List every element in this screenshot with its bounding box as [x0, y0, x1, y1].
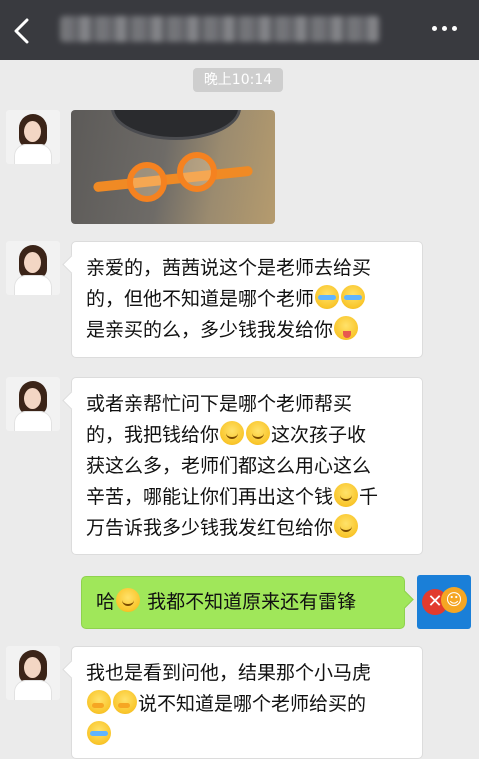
message-bubble[interactable]: 或者亲帮忙问下是哪个老师帮买 的，我把钱给你 这次孩子收 获这么多，老师们都这么用… [71, 377, 423, 555]
smile-emoji [220, 421, 245, 445]
smile-emoji [246, 421, 271, 445]
message-text: 获这么多，老师们都这么用心这么 [86, 455, 372, 477]
message-text: 辛苦，哪能让你们再出这个钱 [86, 486, 334, 508]
back-button[interactable] [8, 10, 44, 50]
message-text: 我也是看到问他，结果那个小马虎 [86, 662, 372, 684]
message-text: 或者亲帮忙问下是哪个老师帮买 [86, 393, 353, 415]
message-bubble[interactable]: 亲爱的，茜茜说这个是老师去给买 的，但他不知道是哪个老师 是亲买的么，多少钱我发… [71, 241, 423, 358]
smile-emoji [334, 514, 359, 538]
contact-avatar[interactable] [6, 377, 60, 431]
cry-laugh-emoji [341, 285, 366, 309]
message-text: 我都不知道原来还有雷锋 [147, 591, 357, 613]
cry-laugh-emoji [315, 285, 340, 309]
image-message-goggles[interactable] [71, 110, 275, 224]
contact-avatar[interactable] [6, 241, 60, 295]
contact-avatar[interactable] [6, 110, 60, 164]
message-text: 的，但他不知道是哪个老师 [86, 288, 315, 310]
message-text: 是亲买的么，多少钱我发给你 [86, 319, 334, 341]
more-button[interactable] [424, 14, 464, 44]
contact-avatar[interactable] [6, 646, 60, 700]
message-timestamp: 晚上10:14 [193, 68, 283, 92]
message-bubble[interactable]: 我也是看到问他，结果那个小马虎 说不知道是哪个老师给买的 [71, 646, 423, 759]
message-text: 这次孩子收 [271, 424, 367, 446]
chat-header [0, 0, 479, 60]
thinking-emoji [113, 690, 137, 714]
message-text: 哈 [96, 591, 116, 613]
back-arrow-icon [14, 18, 29, 44]
thinking-emoji [87, 690, 111, 714]
cry-laugh-emoji [87, 721, 111, 745]
message-text: 亲爱的，茜茜说这个是老师去给买 [86, 257, 372, 279]
blush-smile-emoji [116, 588, 141, 612]
message-text: 万告诉我多少钱我发红包给你 [86, 517, 334, 539]
chat-title-obscured [60, 16, 380, 42]
message-text: 的，我把钱给你 [86, 424, 220, 446]
message-text: 说不知道是哪个老师给买的 [138, 693, 367, 715]
message-text: 千 [359, 486, 379, 508]
my-avatar[interactable]: ✕ ☺ [417, 575, 471, 629]
more-dots-icon [432, 26, 437, 31]
smile-emoji [334, 483, 359, 507]
tongue-wink-emoji [334, 316, 359, 340]
my-message-bubble[interactable]: 哈 我都不知道原来还有雷锋 [81, 576, 405, 629]
